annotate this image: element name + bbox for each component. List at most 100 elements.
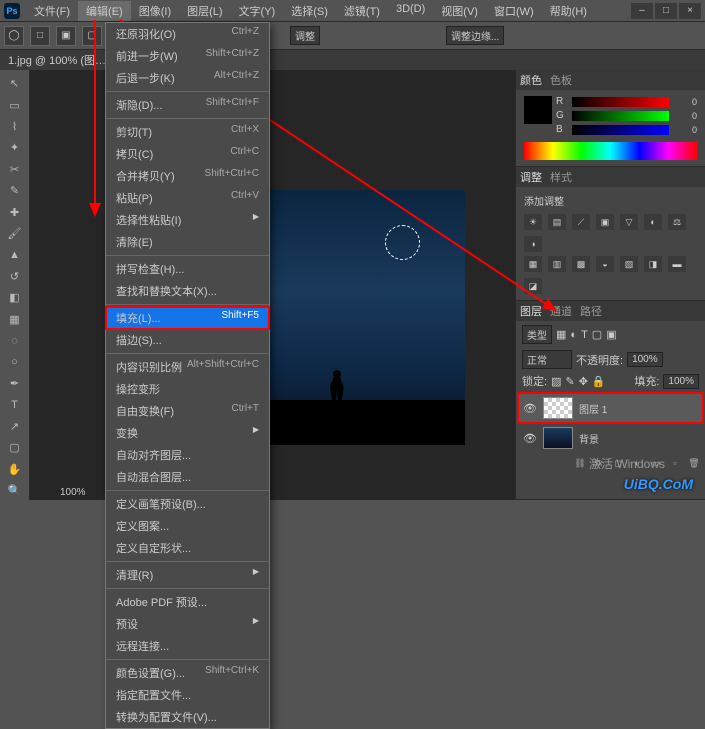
menu-layer[interactable]: 图层(L)	[179, 1, 230, 21]
menu-item[interactable]: 查找和替换文本(X)...	[106, 280, 269, 302]
eraser-tool-icon[interactable]: ◧	[4, 288, 26, 307]
path-tool-icon[interactable]: ↗	[4, 417, 26, 436]
tab-styles[interactable]: 样式	[550, 169, 572, 185]
menu-item[interactable]: 填充(L)...Shift+F5	[106, 307, 269, 329]
minimize-button[interactable]: –	[631, 3, 653, 19]
menu-item[interactable]: 远程连接...	[106, 635, 269, 657]
tab-adjustments[interactable]: 调整	[520, 169, 542, 185]
threshold-icon[interactable]: ◨	[644, 256, 662, 272]
menu-3d[interactable]: 3D(D)	[388, 1, 433, 21]
menu-item[interactable]: 变换▶	[106, 422, 269, 444]
menu-item[interactable]: 内容识别比例Alt+Shift+Ctrl+C	[106, 356, 269, 378]
menu-item[interactable]: 操控变形	[106, 378, 269, 400]
stamp-tool-icon[interactable]: ▲	[4, 245, 26, 264]
crop-tool-icon[interactable]: ✂	[4, 160, 26, 179]
menu-view[interactable]: 视图(V)	[433, 1, 486, 21]
refine-edge-button[interactable]: 调整边缘...	[446, 26, 504, 45]
r-value[interactable]: 0	[673, 97, 697, 107]
filter-adjust-icon[interactable]: ◐	[570, 329, 577, 341]
dodge-tool-icon[interactable]: ○	[4, 352, 26, 371]
heal-tool-icon[interactable]: ✚	[4, 202, 26, 221]
menu-item[interactable]: Adobe PDF 预设...	[106, 591, 269, 613]
visibility-icon[interactable]: 👁	[523, 432, 537, 445]
link-icon[interactable]: ⛓	[572, 458, 588, 472]
posterize-icon[interactable]: ▧	[620, 256, 638, 272]
menu-item[interactable]: 后退一步(K)Alt+Ctrl+Z	[106, 67, 269, 89]
menu-window[interactable]: 窗口(W)	[486, 1, 542, 21]
lock-paint-icon[interactable]: ✎	[565, 375, 574, 388]
photo-filter-icon[interactable]: ▦	[524, 256, 542, 272]
sel-add-icon[interactable]: ▣	[56, 26, 76, 46]
menu-item[interactable]: 定义图案...	[106, 515, 269, 537]
menu-item[interactable]: 剪切(T)Ctrl+X	[106, 121, 269, 143]
mixer-icon[interactable]: ▥	[548, 256, 566, 272]
menu-item[interactable]: 清理(R)▶	[106, 564, 269, 586]
hand-tool-icon[interactable]: ✋	[4, 459, 26, 478]
menu-edit[interactable]: 编辑(E)	[78, 1, 131, 21]
levels-icon[interactable]: ▤	[548, 214, 566, 230]
eyedropper-tool-icon[interactable]: ✎	[4, 181, 26, 200]
move-tool-icon[interactable]: ↖	[4, 74, 26, 93]
layer-row-bg[interactable]: 👁 背景	[518, 423, 703, 453]
lasso-tool-icon[interactable]: ⌇	[4, 117, 26, 136]
layer-name[interactable]: 图层 1	[579, 401, 607, 416]
balance-icon[interactable]: ⚖	[668, 214, 686, 230]
hue-icon[interactable]: ◐	[644, 214, 662, 230]
zoom-tool-icon[interactable]: 🔍	[4, 481, 26, 500]
b-slider[interactable]	[572, 125, 669, 135]
menu-item[interactable]: 定义画笔预设(B)...	[106, 493, 269, 515]
marquee-tool-icon[interactable]: ▭	[4, 95, 26, 114]
close-button[interactable]: ×	[679, 3, 701, 19]
menu-item[interactable]: 选择性粘贴(I)▶	[106, 209, 269, 231]
lookup-icon[interactable]: ▩	[572, 256, 590, 272]
r-slider[interactable]	[572, 97, 669, 107]
menu-item[interactable]: 颜色设置(G)...Shift+Ctrl+K	[106, 662, 269, 684]
menu-filter[interactable]: 滤镜(T)	[336, 1, 388, 21]
menu-file[interactable]: 文件(F)	[26, 1, 78, 21]
menu-help[interactable]: 帮助(H)	[542, 1, 595, 21]
adjust-select[interactable]: 调整	[290, 26, 320, 45]
layer-filter-type[interactable]: 类型	[522, 325, 552, 344]
blur-tool-icon[interactable]: ◌	[4, 331, 26, 350]
tab-layers[interactable]: 图层	[520, 303, 542, 319]
gradient-map-icon[interactable]: ▬	[668, 256, 686, 272]
filter-shape-icon[interactable]: ▢	[592, 328, 602, 341]
delete-icon[interactable]: 🗑	[686, 458, 702, 472]
menu-item[interactable]: 还原羽化(O)Ctrl+Z	[106, 23, 269, 45]
tool-preset-icon[interactable]: ◯	[4, 26, 24, 46]
lock-pos-icon[interactable]: ✥	[579, 375, 588, 388]
tab-channels[interactable]: 通道	[550, 303, 572, 319]
bw-icon[interactable]: ◑	[524, 236, 542, 252]
document-tab[interactable]: 1.jpg @ 100% (图…	[8, 52, 106, 68]
layer-row-1[interactable]: 👁 图层 1	[518, 393, 703, 423]
wand-tool-icon[interactable]: ✦	[4, 138, 26, 157]
curves-icon[interactable]: ⟋	[572, 214, 590, 230]
menu-item[interactable]: 拷贝(C)Ctrl+C	[106, 143, 269, 165]
g-slider[interactable]	[572, 111, 669, 121]
shape-tool-icon[interactable]: ▢	[4, 438, 26, 457]
lock-trans-icon[interactable]: ▨	[551, 375, 561, 388]
brightness-icon[interactable]: ☀	[524, 214, 542, 230]
tab-color[interactable]: 颜色	[520, 72, 542, 88]
filter-pixel-icon[interactable]: ▦	[556, 328, 566, 341]
menu-item[interactable]: 预设▶	[106, 613, 269, 635]
visibility-icon[interactable]: 👁	[523, 402, 537, 415]
menu-item[interactable]: 描边(S)...	[106, 329, 269, 351]
pen-tool-icon[interactable]: ✒	[4, 374, 26, 393]
exposure-icon[interactable]: ▣	[596, 214, 614, 230]
b-value[interactable]: 0	[673, 125, 697, 135]
menu-item[interactable]: 清除(E)	[106, 231, 269, 253]
type-tool-icon[interactable]: T	[4, 395, 26, 414]
spectrum-ramp[interactable]	[524, 142, 697, 160]
tab-swatches[interactable]: 色板	[550, 72, 572, 88]
invert-icon[interactable]: ◒	[596, 256, 614, 272]
g-value[interactable]: 0	[673, 111, 697, 121]
tab-paths[interactable]: 路径	[580, 303, 602, 319]
new-layer-icon[interactable]: ▫	[667, 458, 683, 472]
lock-all-icon[interactable]: 🔒	[592, 375, 606, 388]
menu-item[interactable]: 粘贴(P)Ctrl+V	[106, 187, 269, 209]
canvas-area[interactable]: 100%	[30, 70, 515, 500]
foreground-swatch[interactable]	[524, 96, 552, 124]
history-brush-icon[interactable]: ↺	[4, 267, 26, 286]
layer-name[interactable]: 背景	[579, 431, 599, 446]
